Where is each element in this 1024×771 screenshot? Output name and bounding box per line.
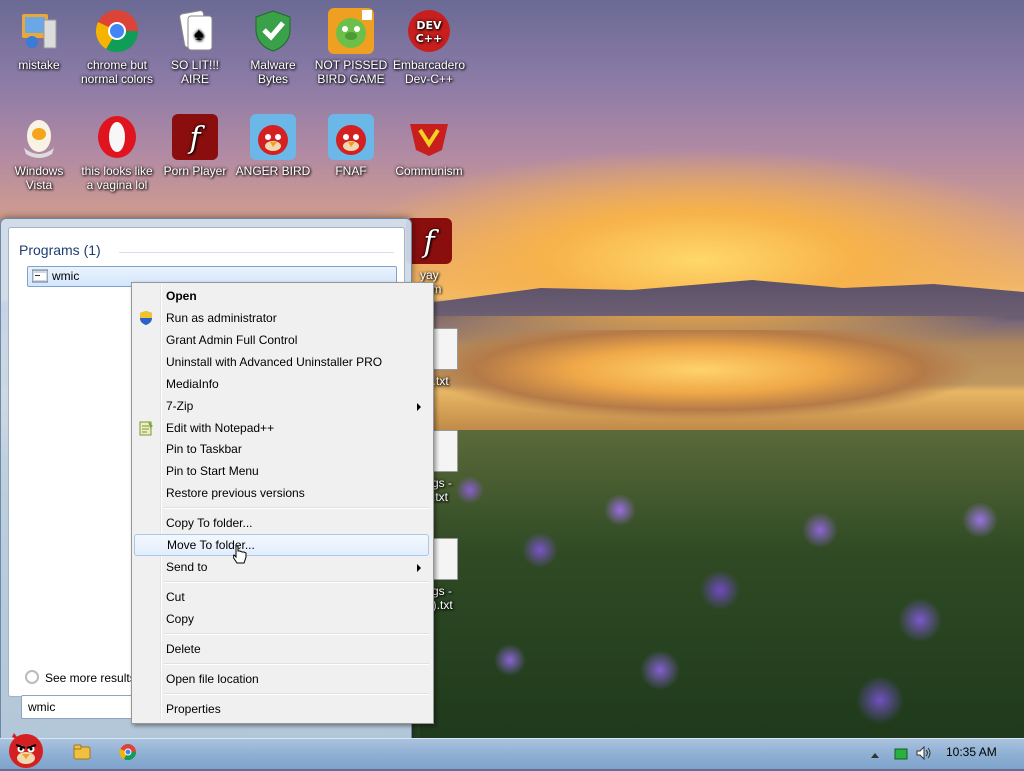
egg-icon: [16, 114, 62, 160]
shield-check-icon: [250, 8, 296, 54]
angry-bird-icon: [250, 114, 296, 160]
volume-icon[interactable]: [916, 745, 932, 763]
opera-icon: [94, 114, 140, 160]
menu-item-7zip[interactable]: 7-Zip: [134, 395, 429, 417]
desktop-icon-porn-player[interactable]: f Porn Player: [156, 114, 234, 178]
battery-icon[interactable]: [894, 748, 908, 763]
desktop-icon-communism[interactable]: Communism: [390, 114, 468, 178]
menu-item-grant-admin[interactable]: Grant Admin Full Control: [134, 329, 429, 351]
svg-text:DEV: DEV: [416, 19, 442, 32]
console-app-icon: [31, 269, 49, 283]
search-icon: [25, 670, 39, 684]
menu-item-copy-to-folder[interactable]: Copy To folder...: [134, 512, 429, 534]
show-hidden-icons-button[interactable]: [870, 748, 880, 762]
menu-item-pin-start[interactable]: Pin to Start Menu: [134, 460, 429, 482]
section-divider: [119, 252, 394, 253]
notepadpp-icon: [138, 420, 154, 436]
start-button[interactable]: [2, 727, 50, 768]
svg-text:f: f: [421, 225, 439, 260]
menu-item-mediainfo[interactable]: MediaInfo: [134, 373, 429, 395]
submenu-arrow-icon: [417, 403, 421, 411]
menu-item-delete[interactable]: Delete: [134, 638, 429, 660]
desktop-icon-chrome[interactable]: chrome but normal colors: [78, 8, 156, 86]
desktop-icon-opera[interactable]: this looks like a vagina lol: [78, 114, 156, 192]
desktop-icon-fnaf[interactable]: FNAF: [312, 114, 390, 178]
see-more-results-link[interactable]: See more results: [25, 670, 136, 685]
angry-bird-icon: [328, 114, 374, 160]
uac-shield-icon: [138, 310, 154, 326]
menu-item-run-as-admin[interactable]: Run as administrator: [134, 307, 429, 329]
wallpaper-meadow: [420, 430, 1024, 738]
taskbar-clock[interactable]: 10:35 AM: [946, 745, 997, 759]
menu-item-move-to-folder[interactable]: Move To folder...: [134, 534, 429, 556]
menu-item-pin-taskbar[interactable]: Pin to Taskbar: [134, 438, 429, 460]
context-menu: Open Run as administrator Grant Admin Fu…: [131, 282, 434, 724]
emblem-icon: [406, 114, 452, 160]
desktop-icon-not-pissed-bird[interactable]: NOT PISSED BIRD GAME: [312, 8, 390, 86]
hand-cursor-icon: [232, 545, 247, 565]
flash-icon: f: [172, 114, 218, 160]
svg-text:C++: C++: [416, 32, 443, 45]
menu-item-copy[interactable]: Copy: [134, 608, 429, 630]
menu-item-edit-notepadpp[interactable]: Edit with Notepad++: [134, 417, 429, 439]
desktop-icon-devcpp[interactable]: DEV C++ Embarcadero Dev-C++: [390, 8, 468, 86]
menu-separator: [164, 581, 429, 583]
computer-monitor-icon: [16, 8, 62, 54]
desktop-icon-mistake[interactable]: mistake: [0, 8, 78, 72]
flash-icon: f: [406, 218, 452, 264]
desktop-icon-solitaire[interactable]: ♠ SO LIT!!! AIRE: [156, 8, 234, 86]
menu-item-open-file-location[interactable]: Open file location: [134, 668, 429, 690]
submenu-arrow-icon: [417, 564, 421, 572]
green-pig-icon: [328, 8, 374, 54]
menu-item-cut[interactable]: Cut: [134, 586, 429, 608]
taskbar-explorer-button[interactable]: [72, 742, 92, 762]
menu-item-open[interactable]: Open: [134, 285, 429, 307]
system-tray: [866, 740, 1024, 768]
chrome-icon: [94, 8, 140, 54]
menu-separator: [164, 693, 429, 695]
menu-item-properties[interactable]: Properties: [134, 698, 429, 720]
desktop-icon-anger-bird[interactable]: ANGER BIRD: [234, 114, 312, 178]
menu-separator: [164, 663, 429, 665]
svg-text:♠: ♠: [194, 24, 204, 44]
menu-item-restore-versions[interactable]: Restore previous versions: [134, 482, 429, 504]
desktop-icon-windows-vista[interactable]: Windows Vista: [0, 114, 78, 192]
menu-separator: [164, 633, 429, 635]
menu-separator: [164, 507, 429, 509]
svg-text:f: f: [187, 121, 205, 156]
programs-section-title: Programs (1): [19, 242, 101, 258]
wallpaper-hills: [420, 280, 1024, 316]
taskbar-chrome-button[interactable]: [118, 742, 138, 762]
menu-item-uninstall[interactable]: Uninstall with Advanced Uninstaller PRO: [134, 351, 429, 373]
desktop-icon-malwarebytes[interactable]: Malware Bytes: [234, 8, 312, 86]
solitaire-cards-icon: ♠: [172, 8, 218, 54]
devcpp-icon: DEV C++: [406, 8, 452, 54]
wallpaper-lake: [420, 330, 1024, 440]
menu-item-send-to[interactable]: Send to: [134, 556, 429, 578]
